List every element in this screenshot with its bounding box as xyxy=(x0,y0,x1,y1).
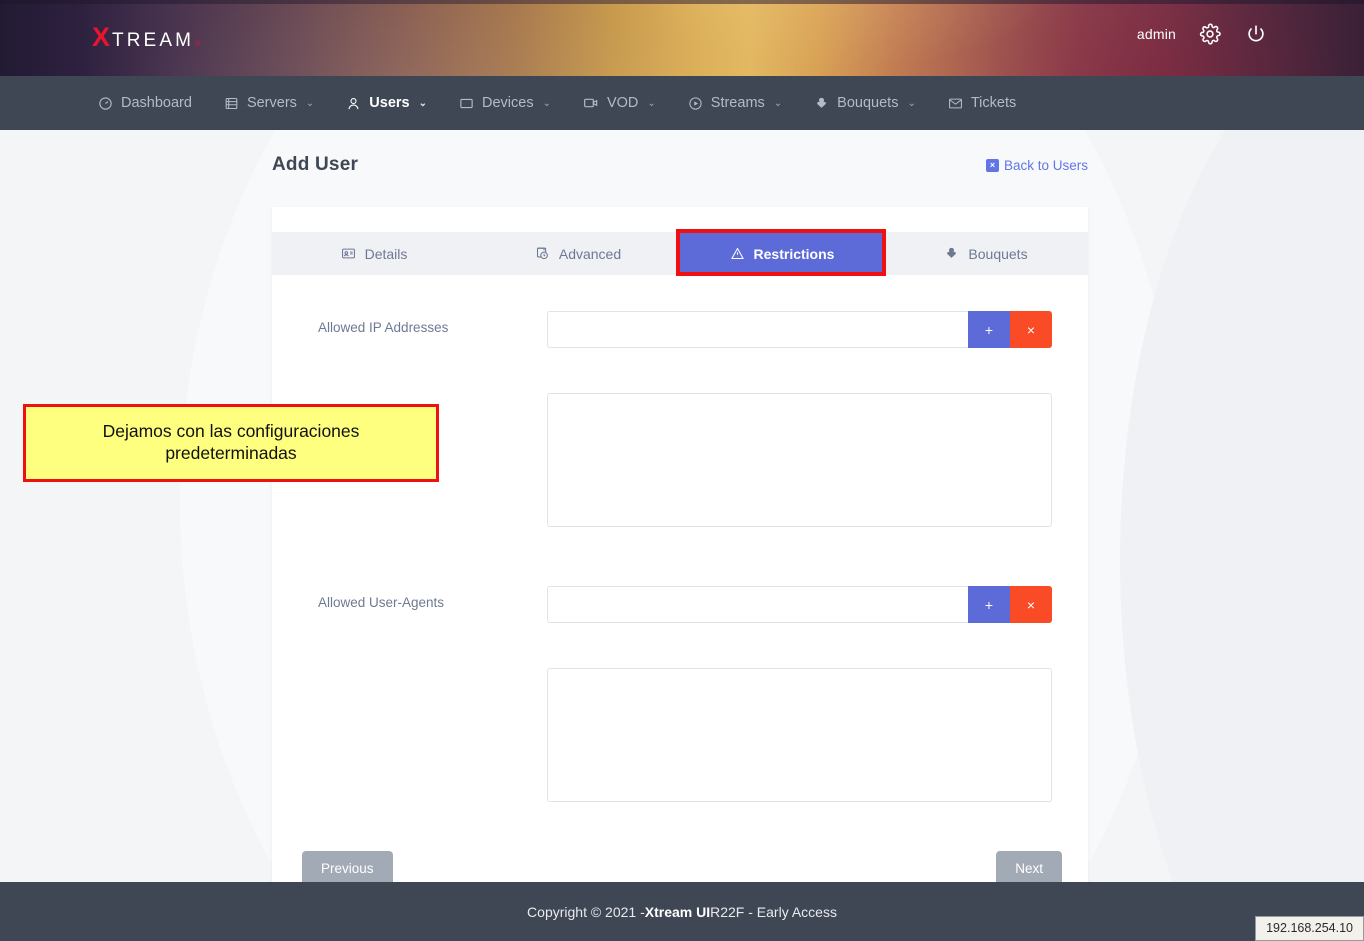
chevron-down-icon: ⌄ xyxy=(305,97,315,109)
allowed-user-agents-input[interactable] xyxy=(547,586,968,623)
allowed-user-agents-row: Allowed User-Agents + × xyxy=(296,586,1052,807)
footer-copyright-suffix: R22F - Early Access xyxy=(710,903,837,920)
back-to-users-label: Back to Users xyxy=(1003,157,1088,173)
chevron-down-icon: ⌄ xyxy=(773,97,783,109)
nav-label-vod: VOD xyxy=(606,95,639,111)
nav-label-users: Users xyxy=(369,95,410,111)
bouquet-icon xyxy=(944,246,959,261)
user-icon xyxy=(346,96,361,111)
logo-x-mark: X xyxy=(92,22,111,52)
nav-item-streams[interactable]: Streams ⌄ xyxy=(672,76,798,130)
nav-item-dashboard[interactable]: Dashboard xyxy=(82,76,208,130)
nav-item-tickets[interactable]: Tickets xyxy=(932,76,1032,130)
nav-item-users[interactable]: Users ⌄ xyxy=(330,76,443,139)
allowed-user-agents-list[interactable] xyxy=(547,668,1052,802)
previous-button[interactable]: Previous xyxy=(302,851,393,882)
restrictions-form: Allowed IP Addresses + × Allowed User-Ag… xyxy=(272,275,1088,882)
delete-ip-button[interactable]: × xyxy=(1010,311,1052,348)
tab-label-restrictions: Restrictions xyxy=(753,245,835,262)
card-top-padding xyxy=(272,207,1088,232)
chevron-down-icon: ⌄ xyxy=(647,97,656,109)
next-button[interactable]: Next xyxy=(996,851,1062,882)
footer-product-name: Xtream UI xyxy=(644,903,711,920)
allowed-ip-input[interactable] xyxy=(547,311,968,348)
site-footer: Copyright © 2021 - Xtream UI R22F - Earl… xyxy=(0,882,1364,941)
back-to-users-link[interactable]: × Back to Users xyxy=(985,157,1088,173)
servers-icon xyxy=(224,96,239,111)
allowed-user-agents-label: Allowed User-Agents xyxy=(318,595,445,610)
allowed-ip-label: Allowed IP Addresses xyxy=(318,320,449,335)
id-card-icon xyxy=(341,246,356,261)
nav-label-streams: Streams xyxy=(710,95,765,111)
nav-item-devices[interactable]: Devices ⌄ xyxy=(443,76,567,130)
xtream-logo[interactable]: X TREAM ® xyxy=(92,24,200,51)
top-header-banner: X TREAM ® admin xyxy=(0,0,1364,76)
dashboard-icon xyxy=(98,96,113,111)
nav-items: Dashboard Servers ⌄ Users ⌄ Devices ⌄ VO… xyxy=(82,76,1032,139)
device-icon xyxy=(459,96,474,111)
nav-label-dashboard: Dashboard xyxy=(121,95,192,111)
tab-advanced[interactable]: Advanced xyxy=(476,232,680,275)
nav-item-servers[interactable]: Servers ⌄ xyxy=(208,76,330,130)
tab-bouquets[interactable]: Bouquets xyxy=(884,232,1088,275)
nav-item-vod[interactable]: VOD ⌄ xyxy=(567,76,672,130)
app-root: X TREAM ® admin Dashboard Servers ⌄ User… xyxy=(0,0,1364,941)
tab-restrictions[interactable]: Restrictions xyxy=(680,232,884,275)
page-content: Add User × Back to Users Details Advance… xyxy=(0,130,1364,882)
tab-details[interactable]: Details xyxy=(272,232,476,275)
wizard-tabs: Details Advanced Restrictions Bouquets xyxy=(272,232,1088,275)
add-user-agent-button[interactable]: + xyxy=(968,586,1010,623)
chevron-down-icon: ⌄ xyxy=(542,97,551,109)
nav-label-bouquets: Bouquets xyxy=(837,95,899,111)
tab-label-details: Details xyxy=(364,245,408,262)
chevron-down-icon: ⌄ xyxy=(418,97,427,109)
logo-wordmark: TREAM xyxy=(112,30,195,51)
add-ip-button[interactable]: + xyxy=(968,311,1010,348)
allowed-ip-controls: + × xyxy=(547,311,1052,532)
stream-icon xyxy=(688,96,703,111)
tab-label-bouquets: Bouquets xyxy=(968,245,1028,262)
status-ip-address: 192.168.254.10 xyxy=(1255,916,1364,941)
footer-copyright-prefix: Copyright © 2021 - xyxy=(527,903,645,920)
current-user-label: admin xyxy=(1136,26,1176,42)
gear-icon[interactable] xyxy=(1198,22,1222,46)
power-icon[interactable] xyxy=(1244,22,1268,46)
add-user-card: Details Advanced Restrictions Bouquets A… xyxy=(272,207,1088,882)
video-icon xyxy=(583,95,599,111)
chevron-down-icon: ⌄ xyxy=(907,97,916,109)
allowed-ip-list[interactable] xyxy=(547,393,1052,527)
mail-icon xyxy=(948,96,963,111)
page-title: Add User xyxy=(272,154,359,175)
wizard-navigation: Previous Next xyxy=(302,851,1062,882)
nav-item-bouquets[interactable]: Bouquets ⌄ xyxy=(798,76,932,130)
allowed-ip-input-group: + × xyxy=(547,311,1052,348)
nav-label-devices: Devices xyxy=(482,95,534,111)
clock-copy-icon xyxy=(535,246,550,261)
header-actions: admin xyxy=(1137,22,1268,46)
nav-label-servers: Servers xyxy=(246,95,297,111)
logo-registered-mark: ® xyxy=(195,41,201,48)
bouquet-icon xyxy=(814,96,829,111)
main-navigation: Dashboard Servers ⌄ Users ⌄ Devices ⌄ VO… xyxy=(0,76,1364,139)
page-header: Add User × Back to Users xyxy=(272,154,1088,176)
tab-label-advanced: Advanced xyxy=(558,245,622,262)
close-icon: × xyxy=(985,158,999,172)
header-top-strip xyxy=(0,0,1364,4)
allowed-user-agents-input-group: + × xyxy=(547,586,1052,623)
allowed-user-agents-controls: + × xyxy=(547,586,1052,807)
warning-icon xyxy=(730,246,745,261)
nav-label-tickets: Tickets xyxy=(970,95,1017,111)
delete-user-agent-button[interactable]: × xyxy=(1010,586,1052,623)
annotation-note: Dejamos con las configuraciones predeter… xyxy=(23,404,439,482)
